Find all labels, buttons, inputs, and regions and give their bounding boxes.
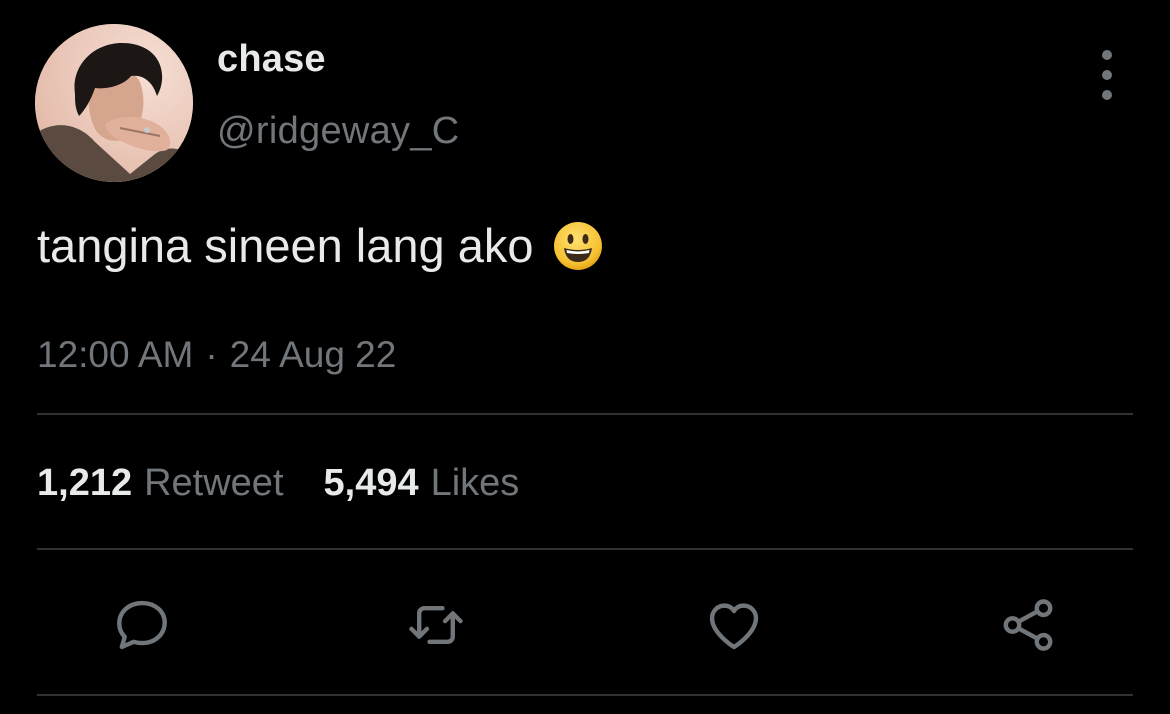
- tweet-text: tangina sineen lang ako: [37, 219, 534, 272]
- more-dot-icon: [1102, 50, 1112, 60]
- retweet-label: Retweet: [144, 462, 284, 504]
- retweet-stat[interactable]: 1,212 Retweet: [37, 462, 284, 504]
- heart-icon: [709, 603, 759, 650]
- action-bar: [0, 590, 1170, 660]
- divider: [37, 548, 1133, 550]
- divider: [37, 413, 1133, 415]
- profile-photo-icon: [35, 24, 193, 182]
- smiling-face-icon: [552, 220, 604, 272]
- tweet-stats: 1,212 Retweet 5,494 Likes: [37, 462, 519, 505]
- likes-label: Likes: [430, 462, 520, 504]
- divider: [37, 694, 1133, 696]
- display-name[interactable]: chase: [217, 38, 326, 81]
- more-options-button[interactable]: [1090, 50, 1124, 100]
- tweet-time: 12:00 AM: [37, 334, 194, 375]
- likes-count: 5,494: [323, 462, 419, 504]
- reply-button[interactable]: [107, 590, 177, 660]
- share-button[interactable]: [993, 590, 1063, 660]
- reply-icon: [117, 600, 167, 650]
- more-dot-icon: [1102, 70, 1112, 80]
- user-handle[interactable]: @ridgeway_C: [217, 110, 460, 153]
- retweet-count: 1,212: [37, 462, 133, 504]
- avatar[interactable]: [35, 24, 193, 182]
- likes-stat[interactable]: 5,494 Likes: [324, 462, 520, 504]
- tweet-card: chase @ridgeway_C tangina sineen lang ak…: [0, 0, 1170, 714]
- retweet-button[interactable]: [401, 590, 471, 660]
- like-button[interactable]: [699, 590, 769, 660]
- more-dot-icon: [1102, 90, 1112, 100]
- tweet-timestamp[interactable]: 12:00 AM · 24 Aug 22: [37, 334, 396, 376]
- tweet-body: tangina sineen lang ako: [37, 218, 604, 273]
- tweet-date: 24 Aug 22: [229, 334, 397, 375]
- share-icon: [1003, 599, 1053, 651]
- timestamp-separator: ·: [205, 334, 218, 375]
- retweet-icon: [409, 606, 463, 644]
